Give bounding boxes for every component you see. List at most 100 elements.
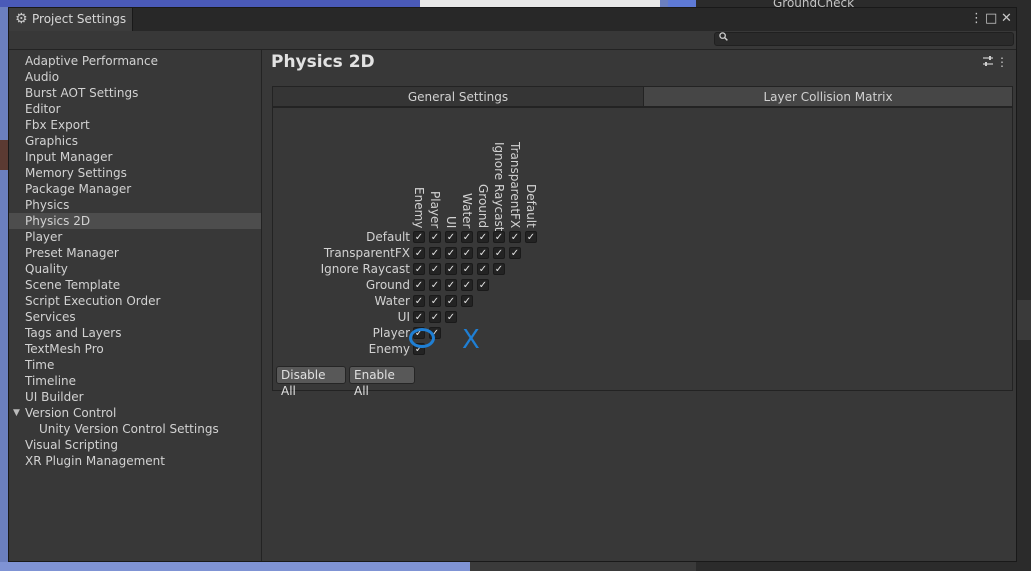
sidebar-item-label: Package Manager (25, 182, 132, 196)
sidebar-item-quality[interactable]: Quality (9, 261, 261, 277)
collision-checkbox[interactable]: ✓ (477, 231, 489, 243)
sidebar-item-physics[interactable]: Physics (9, 197, 261, 213)
sidebar-item-time[interactable]: Time (9, 357, 261, 373)
sidebar-list: Adaptive Performance Audio Burst AOT Setti… (9, 53, 261, 469)
collision-checkbox[interactable]: ✓ (429, 279, 441, 291)
panel-more-icon[interactable]: ⋮ (996, 55, 1008, 69)
sidebar-item-script-execution-order[interactable]: Script Execution Order (9, 293, 261, 309)
sidebar-item-version-control[interactable]: ▼ Version Control (9, 405, 261, 421)
collision-checkbox[interactable]: ✓ (413, 247, 425, 259)
sidebar-item-label: Physics (25, 198, 70, 212)
matrix-column-label: TransparentFX (508, 142, 522, 229)
collision-checkbox[interactable]: ✓ (445, 311, 457, 323)
enable-all-button[interactable]: Enable All (349, 366, 415, 398)
matrix-row-label: TransparentFX (323, 246, 410, 260)
collision-checkbox[interactable]: ✓ (445, 295, 457, 307)
collision-checkbox[interactable]: ✓ (509, 231, 521, 243)
sidebar-item-memory-settings[interactable]: Memory Settings (9, 165, 261, 181)
close-icon[interactable]: ✕ (1001, 11, 1012, 26)
tab-general-settings[interactable]: General Settings (272, 86, 644, 107)
matrix-row-label: Ignore Raycast (320, 262, 410, 276)
sidebar-item-unity-version-control-settings[interactable]: Unity Version Control Settings (9, 421, 261, 437)
sidebar-item-timeline[interactable]: Timeline (9, 373, 261, 389)
tab-layer-collision-matrix[interactable]: Layer Collision Matrix (643, 86, 1013, 107)
search-icon (719, 32, 728, 44)
collision-checkbox[interactable]: ✓ (477, 279, 489, 291)
sidebar-item-graphics[interactable]: Graphics (9, 133, 261, 149)
sidebar-item-audio[interactable]: Audio (9, 69, 261, 85)
disable-all-button[interactable]: Disable All (276, 366, 346, 398)
search-input[interactable] (731, 33, 1011, 45)
collision-checkbox[interactable]: ✓ (445, 247, 457, 259)
sidebar-item-label: Memory Settings (25, 166, 127, 180)
presets-icon[interactable] (982, 55, 994, 70)
sidebar-item-label: Services (25, 310, 76, 324)
sidebar-item-xr-plugin-management[interactable]: XR Plugin Management (9, 453, 261, 469)
sidebar-item-label: Script Execution Order (25, 294, 161, 308)
sidebar-item-tags-and-layers[interactable]: Tags and Layers (9, 325, 261, 341)
collision-checkbox[interactable]: ✓ (429, 231, 441, 243)
sidebar-item-input-manager[interactable]: Input Manager (9, 149, 261, 165)
annotation-circle (409, 328, 435, 348)
sidebar-item-label: Scene Template (25, 278, 121, 292)
page-title: Physics 2D (271, 52, 375, 72)
collision-checkbox[interactable]: ✓ (461, 279, 473, 291)
sidebar-item-physics-2d[interactable]: Physics 2D (9, 213, 261, 229)
sidebar-item-adaptive-performance[interactable]: Adaptive Performance (9, 53, 261, 69)
matrix-column-label: Ground (476, 183, 490, 228)
collision-checkbox[interactable]: ✓ (445, 279, 457, 291)
collision-checkbox[interactable]: ✓ (429, 247, 441, 259)
sidebar-item-package-manager[interactable]: Package Manager (9, 181, 261, 197)
collision-checkbox[interactable]: ✓ (413, 231, 425, 243)
collision-checkbox[interactable]: ✓ (461, 295, 473, 307)
fold-arrow-icon[interactable]: ▼ (13, 405, 20, 421)
sidebar-item-label: UI Builder (25, 390, 84, 404)
collision-checkbox[interactable]: ✓ (477, 247, 489, 259)
search-toolbar (9, 31, 1016, 50)
sidebar-item-visual-scripting[interactable]: Visual Scripting (9, 437, 261, 453)
sidebar-item-label: Visual Scripting (25, 438, 118, 452)
collision-checkbox[interactable]: ✓ (445, 231, 457, 243)
maximize-icon[interactable]: □ (985, 11, 997, 26)
collision-checkbox[interactable]: ✓ (493, 263, 505, 275)
matrix-column-label: UI (444, 215, 458, 228)
collision-checkbox[interactable]: ✓ (413, 263, 425, 275)
matrix-row-label: Player (372, 326, 410, 340)
sidebar-item-label: Version Control (25, 406, 117, 420)
collision-checkbox[interactable]: ✓ (429, 295, 441, 307)
sidebar-item-burst-aot-settings[interactable]: Burst AOT Settings (9, 85, 261, 101)
gear-icon: ⚙ (15, 11, 28, 27)
collision-checkbox[interactable]: ✓ (461, 247, 473, 259)
collision-checkbox[interactable]: ✓ (429, 263, 441, 275)
collision-checkbox[interactable]: ✓ (509, 247, 521, 259)
collision-checkbox[interactable]: ✓ (413, 295, 425, 307)
sidebar-item-label: Preset Manager (25, 246, 119, 260)
sidebar-item-fbx-export[interactable]: Fbx Export (9, 117, 261, 133)
window-tab[interactable]: ⚙ Project Settings (9, 8, 133, 31)
sidebar-item-editor[interactable]: Editor (9, 101, 261, 117)
collision-checkbox[interactable]: ✓ (413, 279, 425, 291)
collision-checkbox[interactable]: ✓ (493, 231, 505, 243)
collision-checkbox[interactable]: ✓ (477, 263, 489, 275)
sidebar-item-scene-template[interactable]: Scene Template (9, 277, 261, 293)
collision-checkbox[interactable]: ✓ (493, 247, 505, 259)
sidebar-item-label: Editor (25, 102, 61, 116)
more-options-icon[interactable]: ⋮ (970, 11, 983, 26)
search-field[interactable] (714, 32, 1014, 46)
sidebar-item-textmesh-pro[interactable]: TextMesh Pro (9, 341, 261, 357)
collision-checkbox[interactable]: ✓ (525, 231, 537, 243)
collision-checkbox[interactable]: ✓ (429, 311, 441, 323)
sidebar-item-player[interactable]: Player (9, 229, 261, 245)
collision-checkbox[interactable]: ✓ (461, 231, 473, 243)
sidebar-item-preset-manager[interactable]: Preset Manager (9, 245, 261, 261)
collision-checkbox[interactable]: ✓ (445, 263, 457, 275)
collision-checkbox[interactable]: ✓ (413, 311, 425, 323)
sidebar-item-label: Tags and Layers (25, 326, 122, 340)
sidebar-item-services[interactable]: Services (9, 309, 261, 325)
matrix-column-label: Enemy (412, 186, 426, 228)
sidebar-item-label: Fbx Export (25, 118, 90, 132)
sidebar-item-ui-builder[interactable]: UI Builder (9, 389, 261, 405)
collision-checkbox[interactable]: ✓ (461, 263, 473, 275)
project-settings-window: ⚙ Project Settings ⋮ □ ✕ Adaptive Perfor… (8, 7, 1017, 562)
sidebar-item-label: Audio (25, 70, 60, 84)
